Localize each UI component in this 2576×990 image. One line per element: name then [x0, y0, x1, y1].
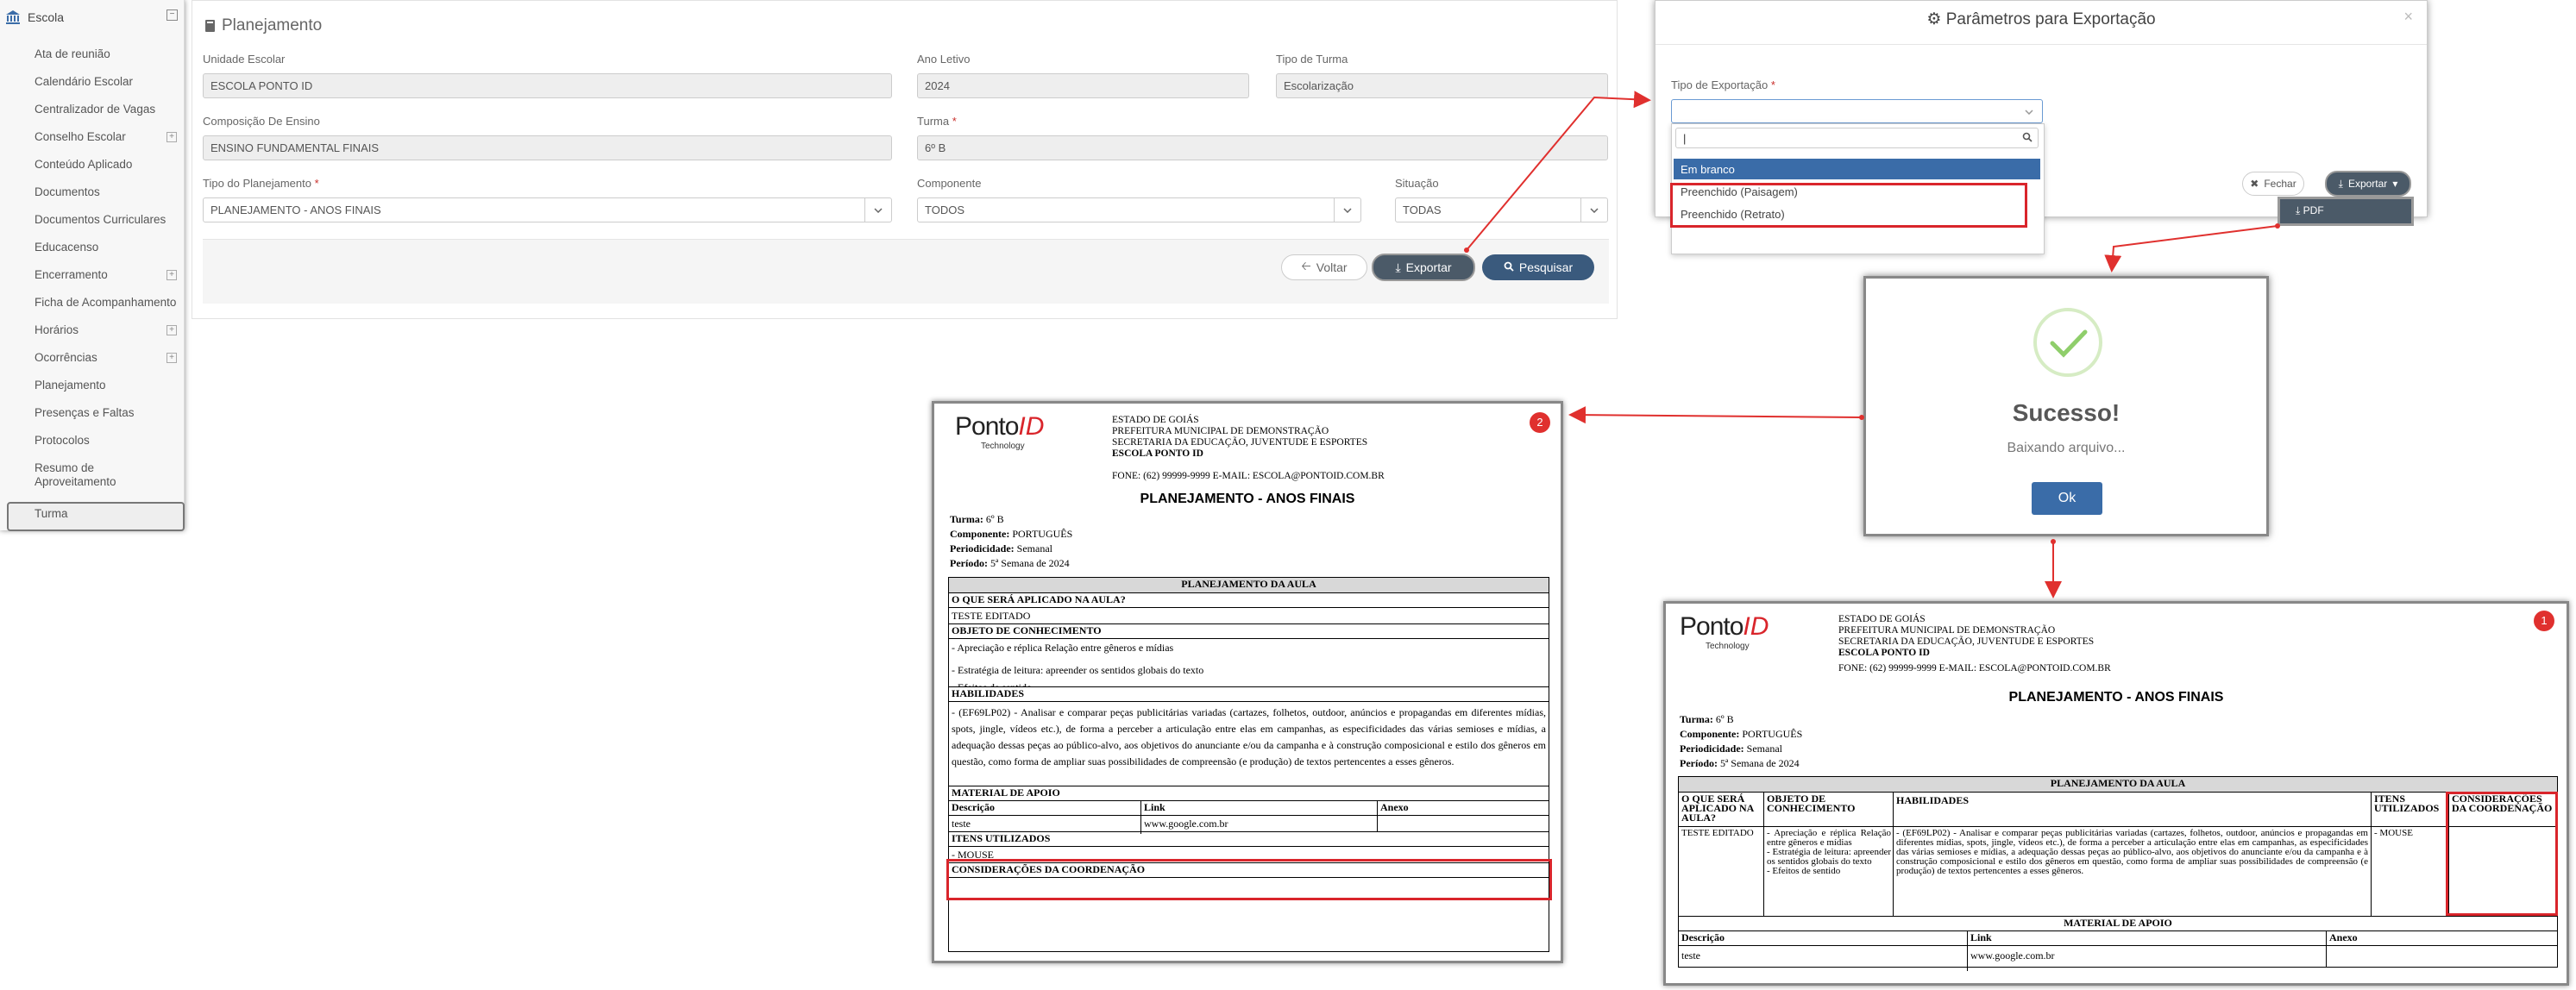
flow-arrows-overlay [1464, 91, 2280, 598]
arrow-exportar-to-modal [1466, 91, 1651, 251]
arrow-success-to-portrait [1568, 406, 1863, 424]
arrow-dot [2275, 223, 2280, 229]
arrow-dot [1859, 415, 1864, 420]
arrow-pdf-to-success [2104, 225, 2278, 273]
arrow-dot [2051, 539, 2056, 544]
arrow-dot [1464, 248, 1469, 253]
